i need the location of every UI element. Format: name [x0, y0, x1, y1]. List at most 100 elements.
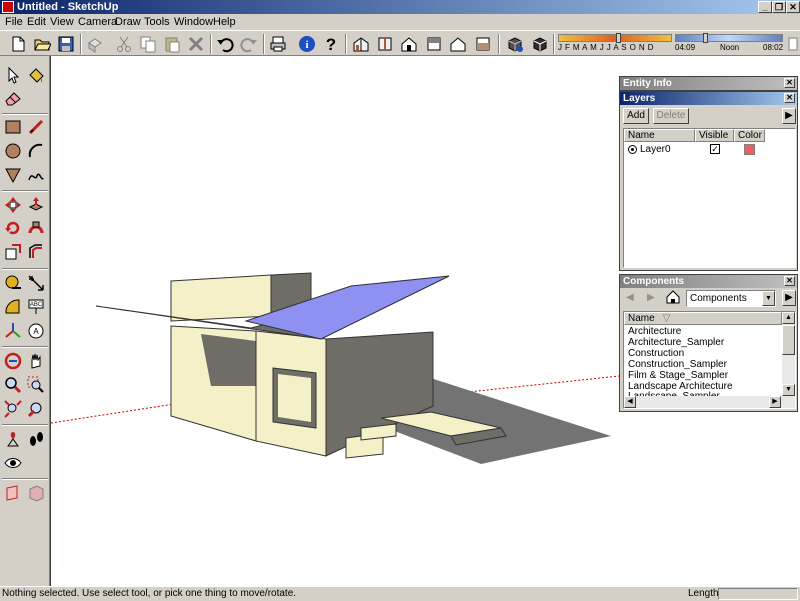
open-icon[interactable]: [31, 33, 53, 55]
previous-view-icon[interactable]: [25, 398, 47, 420]
menu-file[interactable]: File: [5, 15, 23, 29]
col-name[interactable]: Name: [624, 129, 695, 142]
zoom-extents-icon[interactable]: [2, 398, 24, 420]
components-list[interactable]: Name ▽ Architecture Architecture_Sampler …: [623, 311, 796, 409]
component-item[interactable]: Construction: [628, 348, 684, 359]
layer-color-swatch[interactable]: [744, 144, 755, 155]
walk-icon[interactable]: [25, 428, 47, 450]
back-edges-icon[interactable]: [529, 33, 551, 55]
restore-button[interactable]: ❐: [772, 1, 786, 13]
col-color[interactable]: Color: [734, 129, 765, 142]
print-icon[interactable]: [267, 33, 289, 55]
layer-name[interactable]: Layer0: [640, 144, 671, 156]
model-info-icon[interactable]: i: [296, 33, 318, 55]
menu-camera[interactable]: Camera: [78, 15, 117, 29]
eraser-icon[interactable]: [2, 87, 24, 109]
chevron-down-icon[interactable]: ▼: [762, 291, 775, 306]
erase-icon[interactable]: [185, 33, 207, 55]
dimension-icon[interactable]: [25, 272, 47, 294]
make-component-icon[interactable]: [84, 33, 106, 55]
component-item[interactable]: Film & Stage_Sampler: [628, 370, 728, 381]
menu-help[interactable]: Help: [213, 15, 236, 29]
3d-text-icon[interactable]: A: [25, 320, 47, 342]
entity-info-title[interactable]: Entity Info ✕: [620, 77, 797, 90]
time-slider-thumb[interactable]: [703, 33, 708, 43]
menu-draw[interactable]: Draw: [115, 15, 141, 29]
collection-select[interactable]: Components ▼: [686, 290, 776, 307]
delete-layer-button[interactable]: Delete: [653, 108, 689, 124]
redo-icon[interactable]: [238, 33, 260, 55]
right-view-icon[interactable]: [423, 33, 445, 55]
menu-view[interactable]: View: [50, 15, 74, 29]
menu-edit[interactable]: Edit: [27, 15, 46, 29]
zoom-window-icon[interactable]: [25, 374, 47, 396]
circle-icon[interactable]: [2, 140, 24, 162]
component-item[interactable]: Architecture: [628, 326, 681, 337]
active-layer-radio[interactable]: [628, 145, 637, 154]
freehand-icon[interactable]: [25, 164, 47, 186]
position-camera-icon[interactable]: [2, 428, 24, 450]
left-view-icon[interactable]: [472, 33, 494, 55]
rotate-icon[interactable]: [2, 217, 24, 239]
layers-list[interactable]: Name Visible Color Layer0 ✓: [623, 128, 796, 268]
month-slider-track[interactable]: [558, 34, 672, 42]
copy-icon[interactable]: [137, 33, 159, 55]
rectangle-icon[interactable]: [2, 116, 24, 138]
component-item[interactable]: Architecture_Sampler: [628, 337, 724, 348]
title-bar[interactable]: Untitled - SketchUp _ ❐ ✕: [0, 0, 800, 14]
home-icon[interactable]: [666, 290, 680, 307]
text-icon[interactable]: ABC: [25, 296, 47, 318]
time-slider-track[interactable]: [675, 34, 783, 42]
menu-window[interactable]: Window: [174, 15, 213, 29]
scale-icon[interactable]: [2, 241, 24, 263]
offset-icon[interactable]: [25, 241, 47, 263]
section-plane-icon[interactable]: [2, 482, 24, 504]
polygon-icon[interactable]: [2, 164, 24, 186]
scroll-thumb[interactable]: [782, 325, 795, 355]
vertical-scrollbar[interactable]: ▲ ▼: [782, 312, 795, 396]
component-item[interactable]: Construction_Sampler: [628, 359, 727, 370]
scroll-down-icon[interactable]: ▼: [782, 384, 795, 396]
scroll-right-icon[interactable]: ▶: [769, 396, 781, 408]
line-icon[interactable]: [25, 116, 47, 138]
layers-title[interactable]: Layers ✕: [620, 92, 797, 105]
look-around-icon[interactable]: [2, 452, 24, 474]
close-icon[interactable]: ✕: [784, 93, 795, 103]
components-menu-button[interactable]: ▶: [782, 290, 796, 306]
back-icon[interactable]: ◀: [626, 292, 634, 303]
length-input[interactable]: [718, 588, 798, 600]
back-view-icon[interactable]: [447, 33, 469, 55]
month-slider-thumb[interactable]: [616, 33, 621, 43]
components-title[interactable]: Components ✕: [620, 275, 797, 288]
orbit-icon[interactable]: [2, 350, 24, 372]
close-button[interactable]: ✕: [786, 1, 800, 13]
front-view-icon[interactable]: [398, 33, 420, 55]
axes-icon[interactable]: [2, 320, 24, 342]
iso-view-icon[interactable]: [350, 33, 372, 55]
paint-bucket-icon[interactable]: [25, 64, 47, 86]
close-icon[interactable]: ✕: [784, 276, 795, 286]
xray-icon[interactable]: [504, 33, 526, 55]
follow-me-icon[interactable]: [25, 217, 47, 239]
cut-icon[interactable]: [113, 33, 135, 55]
col-visible[interactable]: Visible: [695, 129, 734, 142]
new-icon[interactable]: [7, 33, 29, 55]
section-display-icon[interactable]: [25, 482, 47, 504]
minimize-button[interactable]: _: [758, 1, 772, 13]
tape-measure-icon[interactable]: [2, 272, 24, 294]
save-icon[interactable]: [55, 33, 77, 55]
undo-icon[interactable]: [214, 33, 236, 55]
horizontal-scrollbar[interactable]: ◀ ▶: [624, 396, 795, 408]
pan-icon[interactable]: [25, 350, 47, 372]
paste-icon[interactable]: [161, 33, 183, 55]
protractor-icon[interactable]: [2, 296, 24, 318]
help-icon[interactable]: ?: [320, 33, 342, 55]
scroll-left-icon[interactable]: ◀: [624, 396, 636, 408]
scroll-up-icon[interactable]: ▲: [782, 312, 795, 324]
select-icon[interactable]: [2, 64, 24, 86]
menu-tools[interactable]: Tools: [144, 15, 170, 29]
arc-icon[interactable]: [25, 140, 47, 162]
layer-row[interactable]: Layer0 ✓: [624, 143, 795, 157]
move-icon[interactable]: [2, 194, 24, 216]
col-component-name[interactable]: Name ▽: [624, 312, 782, 325]
